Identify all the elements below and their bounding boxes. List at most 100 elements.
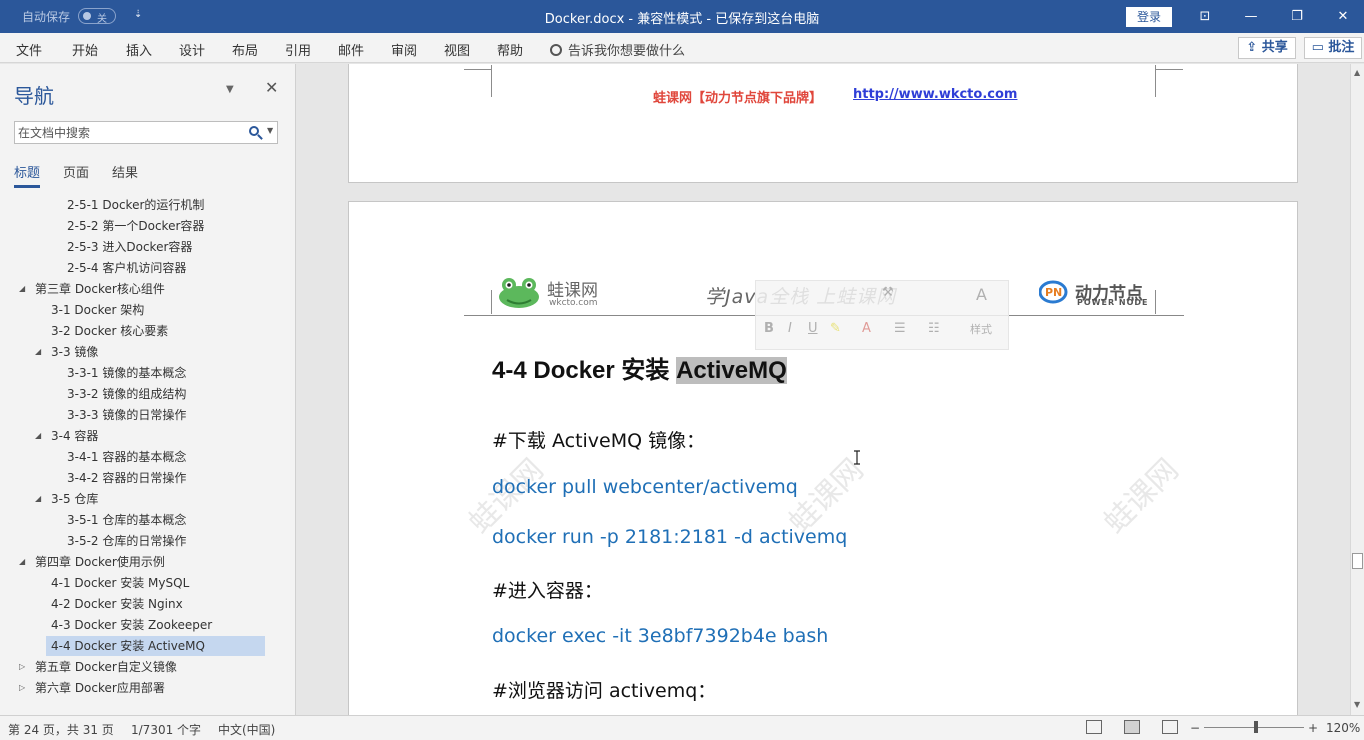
styles-button[interactable]: 样式 xyxy=(970,321,992,337)
comments-button[interactable]: ▭ 批注 xyxy=(1304,37,1362,59)
tab-design[interactable]: 设计 xyxy=(179,40,205,59)
nav-heading-item[interactable]: 3-4-1 容器的基本概念 xyxy=(67,447,186,467)
document-canvas[interactable]: 蛙课网【动力节点旗下品牌】 http://www.wkcto.com 蛙课网 w… xyxy=(297,64,1350,715)
frog-logo-icon xyxy=(499,278,539,308)
nav-heading-item[interactable]: 3-2 Docker 核心要素 xyxy=(51,321,168,341)
text-cursor-icon xyxy=(854,450,860,465)
quick-access-dropdown-icon[interactable]: ⇣ xyxy=(134,9,142,20)
tell-me-box[interactable]: 告诉我你想要做什么 xyxy=(550,40,685,59)
collapse-icon[interactable]: ◢ xyxy=(19,557,25,566)
nav-heading-item[interactable]: 第四章 Docker使用示例 xyxy=(35,552,165,572)
font-color-icon[interactable]: A xyxy=(862,321,871,336)
tab-help[interactable]: 帮助 xyxy=(497,40,523,59)
scroll-up-icon[interactable]: ▲ xyxy=(1354,68,1360,77)
collapse-icon[interactable]: ◢ xyxy=(19,284,25,293)
tab-mailings[interactable]: 邮件 xyxy=(338,40,364,59)
search-icon[interactable] xyxy=(249,126,259,136)
lightbulb-search-icon xyxy=(550,44,562,56)
tab-review[interactable]: 审阅 xyxy=(391,40,417,59)
nav-close-icon[interactable]: ✕ xyxy=(265,78,278,97)
nav-heading-item[interactable]: 2-5-2 第一个Docker容器 xyxy=(67,216,204,236)
nav-tab-pages[interactable]: 页面 xyxy=(63,162,89,181)
share-button[interactable]: ⇪ 共享 xyxy=(1238,37,1296,59)
collapse-icon[interactable]: ◢ xyxy=(35,431,41,440)
read-mode-icon[interactable] xyxy=(1086,720,1102,734)
word-count[interactable]: 1/7301 个字 xyxy=(131,721,201,738)
font-size-up-icon[interactable]: A xyxy=(976,285,987,304)
tab-layout[interactable]: 布局 xyxy=(232,40,258,59)
nav-heading-item[interactable]: 3-3-2 镜像的组成结构 xyxy=(67,384,186,404)
collapse-icon[interactable]: ◢ xyxy=(35,347,41,356)
web-layout-icon[interactable] xyxy=(1162,720,1178,734)
zoom-out-button[interactable]: − xyxy=(1190,721,1200,735)
nav-heading-item[interactable]: 4-2 Docker 安装 Nginx xyxy=(51,594,183,614)
paragraph-line: #下载 ActiveMQ 镜像： xyxy=(492,430,706,452)
autosave-label: 自动保存 xyxy=(22,10,71,24)
nav-heading-item[interactable]: 2-5-1 Docker的运行机制 xyxy=(67,195,204,215)
close-icon[interactable]: ✕ xyxy=(1320,0,1364,33)
italic-button[interactable]: I xyxy=(788,321,792,336)
svg-text:PN: PN xyxy=(1045,286,1062,299)
nav-search-box: ▼ xyxy=(14,121,278,144)
nav-heading-item[interactable]: 4-3 Docker 安装 Zookeeper xyxy=(51,615,212,635)
minimize-icon[interactable]: — xyxy=(1228,0,1274,33)
watermark: 蛙课网 xyxy=(1097,452,1186,541)
tab-references[interactable]: 引用 xyxy=(285,40,311,59)
nav-heading-item[interactable]: 2-5-4 客户机访问容器 xyxy=(67,258,186,278)
numbering-icon[interactable]: ☷ xyxy=(928,321,940,336)
collapse-icon[interactable]: ◢ xyxy=(35,494,41,503)
highlight-icon[interactable]: ✎ xyxy=(830,321,841,336)
search-options-dropdown-icon[interactable]: ▼ xyxy=(267,126,273,135)
nav-heading-item[interactable]: 3-4-2 容器的日常操作 xyxy=(67,468,186,488)
autosave-toggle[interactable]: 关 xyxy=(78,8,116,25)
nav-tab-headings[interactable]: 标题 xyxy=(14,162,41,188)
heading-selected-text[interactable]: ActiveMQ xyxy=(676,357,787,384)
zoom-in-button[interactable]: + xyxy=(1308,721,1318,735)
search-input[interactable] xyxy=(15,122,243,143)
scroll-down-icon[interactable]: ▼ xyxy=(1354,700,1360,709)
status-bar: 第 24 页，共 31 页 1/7301 个字 中文(中国) − + 120% xyxy=(0,715,1364,740)
nav-heading-item[interactable]: 第六章 Docker应用部署 xyxy=(35,678,165,698)
nav-heading-item[interactable]: 3-1 Docker 架构 xyxy=(51,300,144,320)
nav-heading-item[interactable]: 3-5-1 仓库的基本概念 xyxy=(67,510,186,530)
nav-heading-item[interactable]: 3-3-1 镜像的基本概念 xyxy=(67,363,186,383)
logo-right-sub: POWER NODE xyxy=(1077,298,1149,307)
nav-heading-item[interactable]: 第五章 Docker自定义镜像 xyxy=(35,657,177,677)
restore-icon[interactable]: ❐ xyxy=(1274,0,1320,33)
format-painter-icon[interactable]: ⚒ xyxy=(882,285,894,300)
language[interactable]: 中文(中国) xyxy=(218,721,275,738)
header-link[interactable]: http://www.wkcto.com xyxy=(853,87,1017,102)
underline-button[interactable]: U xyxy=(808,321,818,336)
print-layout-icon[interactable] xyxy=(1124,720,1140,734)
tab-insert[interactable]: 插入 xyxy=(126,40,152,59)
heading-4-4: 4-4 Docker 安装 ActiveMQ xyxy=(492,350,787,385)
login-button[interactable]: 登录 xyxy=(1126,7,1172,27)
ribbon-display-options-icon[interactable]: ⊡ xyxy=(1182,0,1228,33)
zoom-level[interactable]: 120% xyxy=(1326,721,1360,735)
zoom-slider-thumb[interactable] xyxy=(1254,721,1258,733)
nav-heading-item[interactable]: 3-5-2 仓库的日常操作 xyxy=(67,531,186,551)
code-line: docker pull webcenter/activemq xyxy=(492,476,798,498)
nav-heading-item[interactable]: 4-1 Docker 安装 MySQL xyxy=(51,573,189,593)
crop-mark xyxy=(491,290,492,314)
bullets-icon[interactable]: ☰ xyxy=(894,321,906,336)
page-count[interactable]: 第 24 页，共 31 页 xyxy=(8,721,114,738)
tab-file[interactable]: 文件 xyxy=(16,40,42,59)
scroll-thumb[interactable] xyxy=(1352,553,1363,569)
nav-options-dropdown-icon[interactable]: ▼ xyxy=(226,84,234,95)
nav-heading-item[interactable]: 3-4 容器 xyxy=(51,426,98,446)
expand-icon[interactable]: ▷ xyxy=(19,683,25,692)
vertical-scrollbar[interactable]: ▲ ▼ xyxy=(1350,64,1364,715)
logo-left-sub: wkcto.com xyxy=(549,298,598,308)
nav-tab-results[interactable]: 结果 xyxy=(112,162,138,181)
nav-heading-item[interactable]: 2-5-3 进入Docker容器 xyxy=(67,237,192,257)
tab-home[interactable]: 开始 xyxy=(72,40,98,59)
expand-icon[interactable]: ▷ xyxy=(19,662,25,671)
nav-heading-item[interactable]: 4-4 Docker 安装 ActiveMQ xyxy=(46,636,265,656)
nav-heading-item[interactable]: 3-5 仓库 xyxy=(51,489,98,509)
tab-view[interactable]: 视图 xyxy=(444,40,470,59)
nav-heading-item[interactable]: 3-3-3 镜像的日常操作 xyxy=(67,405,186,425)
bold-button[interactable]: B xyxy=(764,321,774,336)
nav-heading-item[interactable]: 第三章 Docker核心组件 xyxy=(35,279,165,299)
nav-heading-item[interactable]: 3-3 镜像 xyxy=(51,342,98,362)
